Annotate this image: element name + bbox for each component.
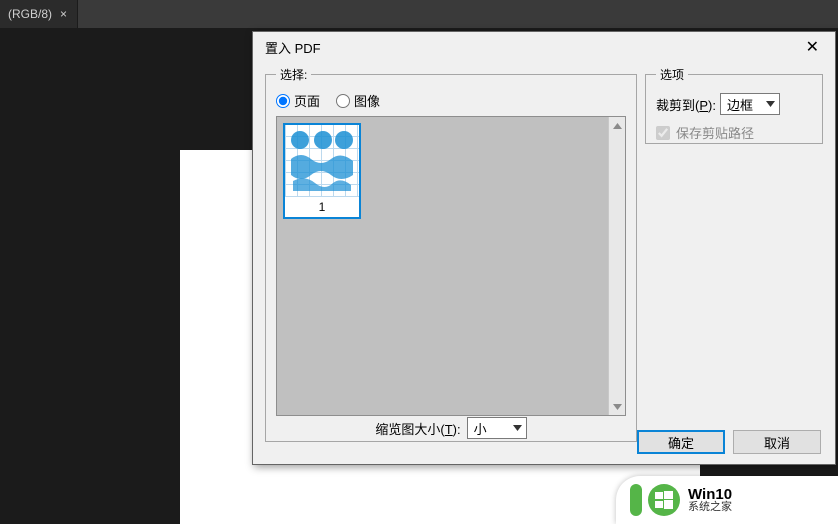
crop-to-row: 裁剪到(P): 边框 (656, 93, 812, 115)
radio-image-input[interactable] (336, 94, 350, 108)
radio-page[interactable]: 页面 (276, 91, 320, 110)
crop-to-value: 边框 (727, 95, 753, 114)
preserve-clipping-label: 保存剪贴路径 (676, 123, 754, 142)
dialog-titlebar[interactable]: 置入 PDF ✕ (253, 32, 835, 62)
watermark-text: Win10 系统之家 (688, 487, 732, 513)
thumbsize-value: 小 (474, 419, 487, 438)
world-map-icon (289, 129, 355, 193)
scroll-up-icon[interactable] (609, 117, 626, 134)
scroll-down-icon[interactable] (609, 398, 626, 415)
preserve-clipping-checkbox (656, 126, 670, 140)
select-mode-radios: 页面 图像 (276, 91, 626, 110)
crop-to-label: 裁剪到(P): (656, 95, 716, 114)
tab-close-icon[interactable]: × (60, 7, 67, 21)
crop-to-select[interactable]: 边框 (720, 93, 780, 115)
watermark-logo-icon (630, 484, 680, 516)
tab-label: (RGB/8) (8, 7, 52, 21)
document-tab[interactable]: (RGB/8) × (0, 0, 78, 28)
radio-image-label: 图像 (354, 91, 380, 110)
dialog-action-row: 确定 取消 (637, 430, 821, 454)
document-tab-bar: (RGB/8) × (0, 0, 838, 28)
page-thumbnail[interactable]: 1 (283, 123, 361, 219)
radio-page-input[interactable] (276, 94, 290, 108)
chevron-down-icon (513, 423, 522, 434)
preserve-clipping-row: 保存剪贴路径 (656, 123, 812, 142)
windows-icon (655, 491, 673, 509)
thumbnail-size-row: 缩览图大小(T): 小 (266, 417, 636, 439)
radio-page-label: 页面 (294, 91, 320, 110)
watermark-line2: 系统之家 (688, 502, 732, 513)
watermark-line1: Win10 (688, 487, 732, 502)
page-number: 1 (285, 197, 359, 217)
options-group: 选项 裁剪到(P): 边框 保存剪贴路径 (645, 66, 823, 144)
chevron-down-icon (766, 99, 775, 110)
select-legend: 选择: (276, 66, 311, 83)
thumbnail-scrollbar[interactable] (608, 117, 625, 415)
radio-image[interactable]: 图像 (336, 91, 380, 110)
place-pdf-dialog: 置入 PDF ✕ 选择: 页面 图像 (252, 31, 836, 465)
thumbnail-area: 1 (276, 116, 626, 416)
thumbsize-label: 缩览图大小(T): (375, 419, 460, 438)
cancel-button[interactable]: 取消 (733, 430, 821, 454)
ok-button[interactable]: 确定 (637, 430, 725, 454)
watermark-badge: Win10 系统之家 (616, 476, 838, 524)
select-group: 选择: 页面 图像 (265, 66, 637, 442)
page-thumbnail-image (285, 125, 359, 197)
options-legend: 选项 (656, 66, 688, 83)
dialog-title: 置入 PDF (265, 38, 321, 57)
dialog-close-button[interactable]: ✕ (798, 35, 827, 59)
thumbsize-select[interactable]: 小 (467, 417, 527, 439)
